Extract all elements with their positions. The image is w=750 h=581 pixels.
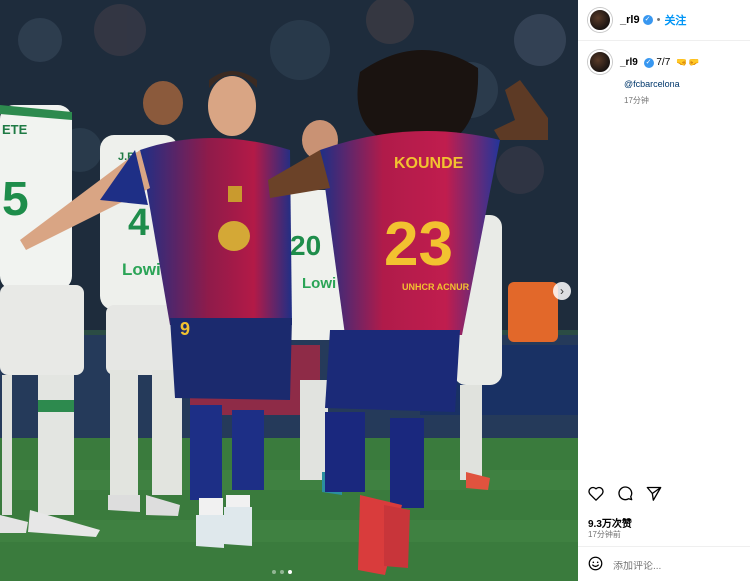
player-name-kounde: KOUNDE [394,155,464,172]
player-number-9: 9 [180,319,190,339]
carousel-indicator [272,570,292,574]
carousel-dot [272,570,276,574]
verified-badge: ✓ [642,15,653,25]
action-bar [588,485,662,501]
caption: _rl9 ✓ 7/7 🤜🤛 @fcbarcelona 17分钟 [588,50,744,105]
divider [578,546,750,547]
username[interactable]: _rl9 [620,14,640,26]
caption-verified-badge: ✓ [643,57,654,68]
post-sidebar: _rl9 ✓ • 关注 _rl9 ✓ 7/7 🤜🤛 @fcbarcelona 1… [578,0,750,581]
caption-username[interactable]: _rl9 [620,57,638,68]
carousel-dot-active [288,570,292,574]
separator-dot: • [656,14,661,26]
photo-illustration: ETE 5 J.BER 4 Lowi 20 Lowi [0,0,578,581]
mention-link[interactable]: @fcbarcelona [624,79,680,89]
opponent-sponsor-left: Lowi [122,260,161,279]
heart-icon[interactable] [588,486,604,501]
fist-bump-emoji: 🤜🤛 [676,56,701,67]
like-count[interactable]: 9.3万次赞 [588,515,632,530]
opponent-number-5: 5 [2,173,29,226]
caption-time: 17分钟 [624,96,649,105]
caption-avatar[interactable] [588,50,612,74]
opponent-number-20: 20 [290,230,321,261]
caption-text: _rl9 ✓ 7/7 🤜🤛 [620,57,700,68]
post-time: 17分钟前 [588,530,621,539]
emoji-icon[interactable] [588,556,603,576]
opponent-name-ete: ETE [2,122,28,137]
comment-input[interactable] [613,560,733,572]
divider [578,40,750,41]
opponent-sponsor-mid: Lowi [302,275,336,292]
post-header: _rl9 ✓ • 关注 [578,0,750,40]
next-arrow-icon[interactable]: › [553,282,571,300]
caption-counter: 7/7 [656,56,671,68]
player-number-23: 23 [384,210,453,279]
share-icon[interactable] [646,486,662,501]
follow-button[interactable]: 关注 [664,12,686,28]
comment-icon[interactable] [617,485,633,501]
sleeve-sponsor: UNHCR ACNUR [402,282,470,292]
carousel-dot [280,570,284,574]
avatar[interactable] [588,8,612,32]
comment-box [588,556,733,576]
post-photo[interactable]: ETE 5 J.BER 4 Lowi 20 Lowi [0,0,578,581]
opponent-number-4: 4 [128,202,149,244]
